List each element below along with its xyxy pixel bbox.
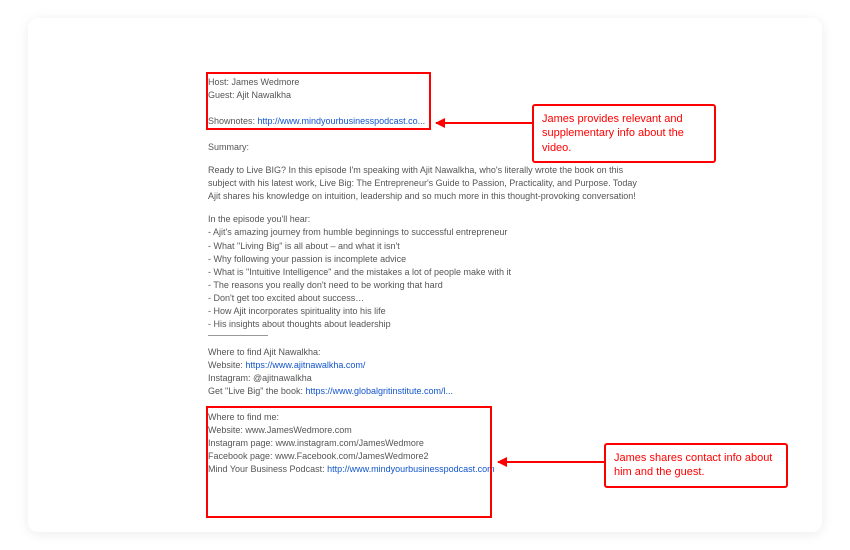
arrow-top [436,122,532,124]
list-item: - Don't get too excited about success… [208,292,648,305]
hear-list-intro: In the episode you'll hear: [208,213,648,226]
document-card: Host: James Wedmore Guest: Ajit Nawalkha… [28,18,822,532]
find-guest-label: Where to find Ajit Nawalkha: [208,346,648,359]
callout-bottom: James shares contact info about him and … [604,443,788,488]
summary-paragraph: Ready to Live BIG? In this episode I'm s… [208,164,648,203]
guest-website-link[interactable]: https://www.ajitnawalkha.com/ [245,360,365,370]
guest-website-label: Website: [208,360,245,370]
list-item: - How Ajit incorporates spirituality int… [208,305,648,318]
hear-list-block: In the episode you'll hear: - Ajit's ama… [208,213,648,335]
guest-instagram-label: Instagram: [208,373,253,383]
book-label: Get "Live Big" the book: [208,386,305,396]
arrow-bottom [498,461,604,463]
divider-line [208,335,268,336]
list-item: - His insights about thoughts about lead… [208,318,648,331]
list-item: - The reasons you really don't need to b… [208,279,648,292]
list-item: - Why following your passion is incomple… [208,253,648,266]
guest-instagram-handle: @ajitnawalkha [253,373,312,383]
highlight-box-bottom [206,406,492,518]
list-item: - Ajit's amazing journey from humble beg… [208,226,648,239]
callout-top: James provides relevant and supplementar… [532,104,716,163]
list-item: - What is "Intuitive Intelligence" and t… [208,266,648,279]
list-item: - What "Living Big" is all about – and w… [208,240,648,253]
highlight-box-top [206,72,431,130]
book-link[interactable]: https://www.globalgritinstitute.com/l... [305,386,453,396]
